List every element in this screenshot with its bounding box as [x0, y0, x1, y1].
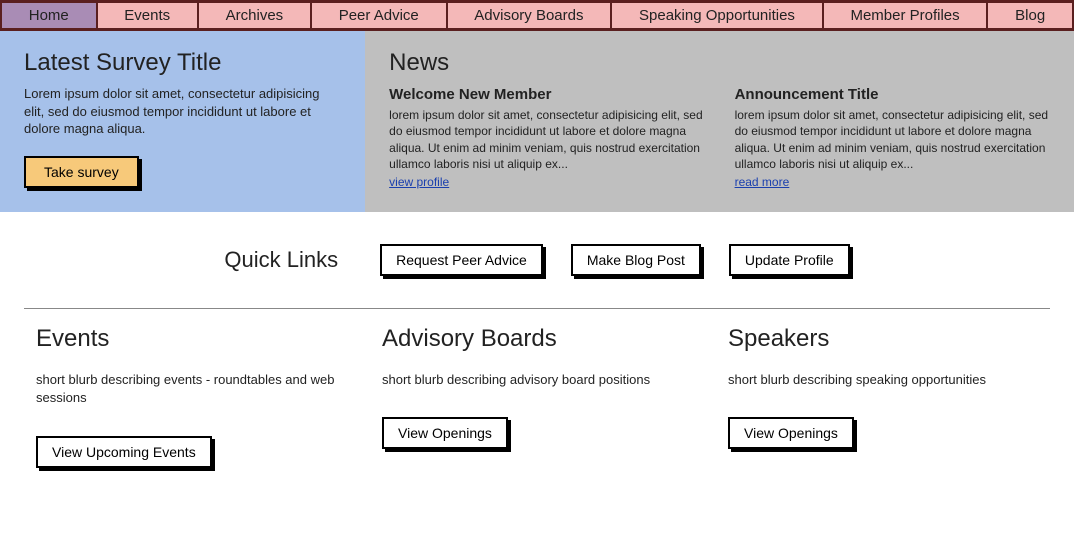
events-column: Events short blurb describing events - r… — [36, 319, 346, 467]
quick-links-row: Quick Links Request Peer Advice Make Blo… — [0, 212, 1074, 294]
column-blurb: short blurb describing advisory board po… — [382, 371, 692, 389]
view-profile-link[interactable]: view profile — [389, 175, 449, 189]
speakers-column: Speakers short blurb describing speaking… — [728, 319, 1038, 467]
news-panel: News Welcome New Member lorem ipsum dolo… — [365, 31, 1074, 212]
news-item-body: lorem ipsum dolor sit amet, consectetur … — [735, 107, 1050, 172]
update-profile-button[interactable]: Update Profile — [729, 244, 850, 276]
news-item: Announcement Title lorem ipsum dolor sit… — [735, 79, 1050, 190]
column-blurb: short blurb describing speaking opportun… — [728, 371, 1038, 389]
take-survey-button[interactable]: Take survey — [24, 156, 139, 188]
hero-row: Latest Survey Title Lorem ipsum dolor si… — [0, 31, 1074, 212]
column-blurb: short blurb describing events - roundtab… — [36, 371, 346, 407]
nav-item-home[interactable]: Home — [0, 3, 98, 28]
news-item-body: lorem ipsum dolor sit amet, consectetur … — [389, 107, 704, 172]
nav-item-peer-advice[interactable]: Peer Advice — [312, 3, 448, 28]
request-peer-advice-button[interactable]: Request Peer Advice — [380, 244, 543, 276]
view-openings-button[interactable]: View Openings — [382, 417, 508, 449]
view-speaker-openings-button[interactable]: View Openings — [728, 417, 854, 449]
view-upcoming-events-button[interactable]: View Upcoming Events — [36, 436, 212, 468]
nav-item-advisory-boards[interactable]: Advisory Boards — [448, 3, 613, 28]
nav-item-speaking[interactable]: Speaking Opportunities — [612, 3, 823, 28]
quick-links-heading: Quick Links — [224, 247, 338, 273]
nav-item-archives[interactable]: Archives — [199, 3, 312, 28]
section-divider — [24, 308, 1050, 309]
news-item-title: Announcement Title — [735, 85, 1050, 105]
read-more-link[interactable]: read more — [735, 175, 790, 189]
survey-body: Lorem ipsum dolor sit amet, consectetur … — [24, 85, 341, 138]
nav-item-member-profiles[interactable]: Member Profiles — [824, 3, 989, 28]
survey-panel: Latest Survey Title Lorem ipsum dolor si… — [0, 31, 365, 212]
top-nav: Home Events Archives Peer Advice Advisor… — [0, 0, 1074, 31]
survey-title: Latest Survey Title — [24, 49, 341, 77]
news-item: Welcome New Member lorem ipsum dolor sit… — [389, 79, 704, 190]
news-heading: News — [389, 49, 1050, 77]
make-blog-post-button[interactable]: Make Blog Post — [571, 244, 701, 276]
column-title: Speakers — [728, 325, 1038, 353]
bottom-columns: Events short blurb describing events - r… — [0, 313, 1074, 507]
nav-item-blog[interactable]: Blog — [988, 3, 1074, 28]
nav-item-events[interactable]: Events — [98, 3, 199, 28]
column-title: Advisory Boards — [382, 325, 692, 353]
column-title: Events — [36, 325, 346, 353]
advisory-boards-column: Advisory Boards short blurb describing a… — [382, 319, 692, 467]
news-item-title: Welcome New Member — [389, 85, 704, 105]
